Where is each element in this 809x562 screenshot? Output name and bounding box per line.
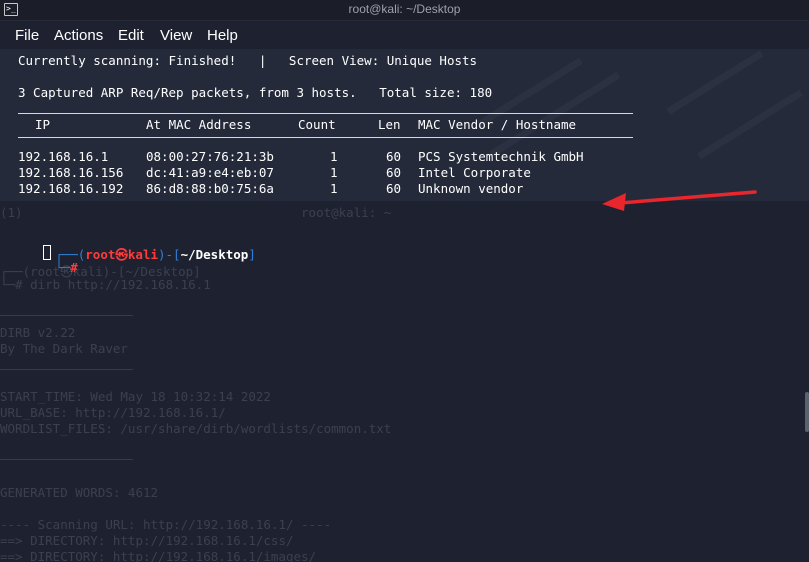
table-top-divider <box>18 113 633 114</box>
prompt-mid: )-[ <box>158 247 181 262</box>
header-ip: IP <box>35 117 51 132</box>
menu-help[interactable]: Help <box>207 27 238 44</box>
ghost-line: (1) root@kali: ~ <box>0 205 392 220</box>
ghost-line: ---- Scanning URL: http://192.168.16.1/ … <box>0 517 332 532</box>
ghost-line: WORDLIST_FILES: /usr/share/dirb/wordlist… <box>0 421 392 436</box>
header-count: Count <box>298 117 336 132</box>
ghost-line: START_TIME: Wed May 18 10:32:14 2022 <box>0 389 271 404</box>
ghost-divider <box>0 459 133 460</box>
scan-status-line: Currently scanning: Finished! | Screen V… <box>18 53 478 68</box>
prompt-close: ] <box>248 247 256 262</box>
wallpaper-stripe <box>489 71 621 158</box>
menu-actions[interactable]: Actions <box>54 27 103 44</box>
wallpaper-stripe <box>666 50 764 115</box>
row-vendor: Unknown vendor <box>418 181 524 196</box>
ghost-divider <box>0 369 133 370</box>
ghost-divider <box>0 315 133 316</box>
row-count: 1 <box>330 165 338 180</box>
menu-file[interactable]: File <box>15 27 39 44</box>
terminal-pane[interactable]: (1) root@kali: ~ ┌──(root㉿kali)-[~/Deskt… <box>0 49 809 562</box>
ghost-line: DIRB v2.22 <box>0 325 76 340</box>
arrow-shaft <box>618 190 757 205</box>
row-len: 60 <box>386 181 402 196</box>
row-len: 60 <box>386 165 402 180</box>
menu-edit[interactable]: Edit <box>118 27 144 44</box>
title-bar: >_ root@kali: ~/Desktop <box>0 0 809 21</box>
prompt-path: ~/Desktop <box>180 247 249 262</box>
header-vendor: MAC Vendor / Hostname <box>418 117 577 132</box>
row-ip: 192.168.16.156 <box>18 165 124 180</box>
prompt-symbol: # <box>70 260 78 275</box>
prompt-at-symbol: ㉿ <box>115 247 128 262</box>
header-mac: At MAC Address <box>146 117 252 132</box>
row-ip: 192.168.16.192 <box>18 181 124 196</box>
header-len: Len <box>378 117 401 132</box>
row-vendor: Intel Corporate <box>418 165 531 180</box>
row-count: 1 <box>330 149 338 164</box>
wallpaper-stripe <box>697 89 803 160</box>
arrow-head <box>602 193 626 211</box>
prompt-user: root <box>85 247 116 262</box>
menu-bar: File Actions Edit View Help <box>0 21 809 49</box>
ghost-line: ==> DIRECTORY: http://192.168.16.1/image… <box>0 549 317 562</box>
row-len: 60 <box>386 149 402 164</box>
prompt-host: kali <box>127 247 158 262</box>
ghost-line: URL_BASE: http://192.168.16.1/ <box>0 405 226 420</box>
red-arrow-annotation <box>602 190 757 211</box>
menu-view[interactable]: View <box>160 27 192 44</box>
ghost-line: GENERATED WORDS: 4612 <box>0 485 159 500</box>
row-vendor: PCS Systemtechnik GmbH <box>418 149 584 164</box>
ghost-line: ==> DIRECTORY: http://192.168.16.1/css/ <box>0 533 294 548</box>
row-ip: 192.168.16.1 <box>18 149 109 164</box>
row-mac: 86:d8:88:b0:75:6a <box>146 181 274 196</box>
window-title: root@kali: ~/Desktop <box>348 2 461 16</box>
row-mac: 08:00:27:76:21:3b <box>146 149 274 164</box>
prompt-second-prefix: └─ <box>55 260 71 275</box>
ghost-line: By The Dark Raver <box>0 341 128 356</box>
row-count: 1 <box>330 181 338 196</box>
table-header-divider <box>18 137 633 138</box>
row-mac: dc:41:a9:e4:eb:07 <box>146 165 274 180</box>
scrollbar[interactable] <box>805 392 809 432</box>
summary-line: 3 Captured ARP Req/Rep packets, from 3 h… <box>18 85 493 100</box>
text-cursor[interactable] <box>43 245 51 260</box>
